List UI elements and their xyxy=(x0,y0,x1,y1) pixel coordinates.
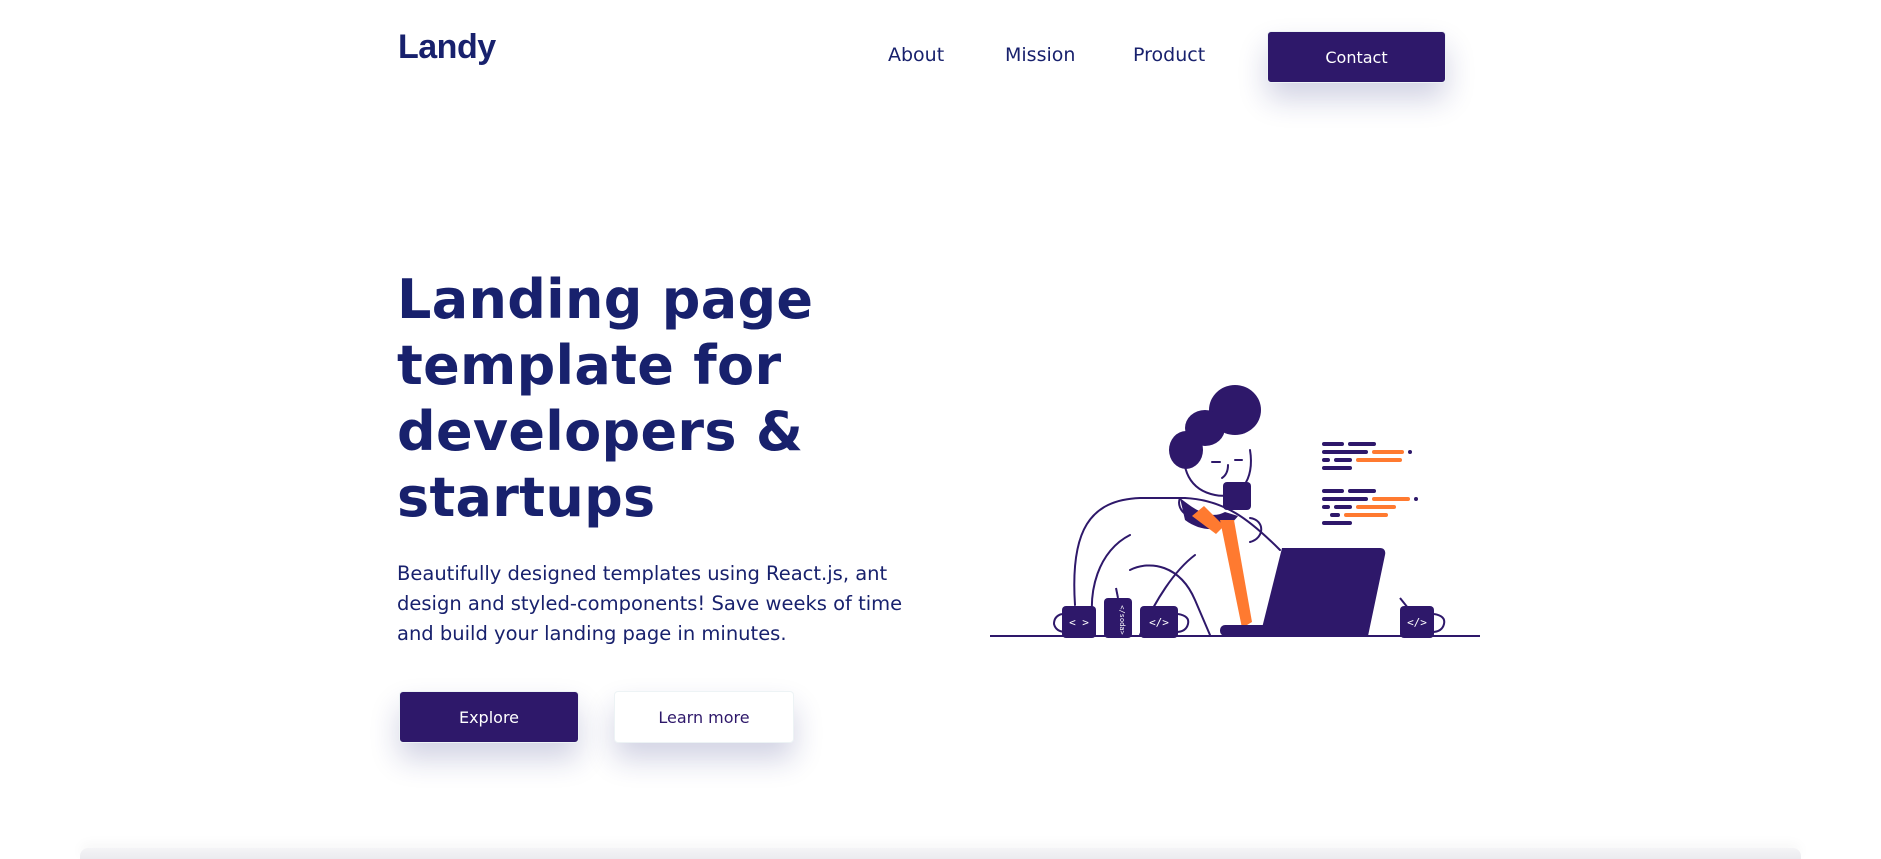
contact-button[interactable]: Contact xyxy=(1267,31,1446,83)
developer-illustration: < > </soda> </> </> xyxy=(990,385,1480,638)
hero-description: Beautifully designed templates using Rea… xyxy=(397,562,903,645)
landing-page: Landy About Mission Product Contact Land… xyxy=(0,0,1881,859)
nav-link-product[interactable]: Product xyxy=(1133,44,1205,66)
hair-icon xyxy=(1169,385,1261,469)
svg-text:</>: </> xyxy=(1149,616,1169,629)
next-section-edge xyxy=(80,848,1801,859)
learn-more-button[interactable]: Learn more xyxy=(614,691,794,743)
soda-can-icon: </soda> xyxy=(1104,587,1132,638)
hand-cup-icon xyxy=(1223,482,1251,510)
svg-text:</soda>: </soda> xyxy=(1118,605,1126,635)
mug-right-icon: </> xyxy=(1399,597,1446,638)
svg-text:</>: </> xyxy=(1407,616,1427,629)
mug-left-icon: < > xyxy=(1052,606,1096,638)
site-logo[interactable]: Landy xyxy=(398,28,496,67)
nav-link-about[interactable]: About xyxy=(888,44,944,66)
svg-text:< >: < > xyxy=(1069,616,1089,629)
code-lines-bottom-icon xyxy=(1322,489,1418,525)
tie-icon xyxy=(1220,520,1252,628)
nav-link-mission[interactable]: Mission xyxy=(1005,44,1075,66)
explore-button[interactable]: Explore xyxy=(399,691,579,743)
mug-center-icon: </> xyxy=(1140,606,1190,638)
hero-title: Landing page template for developers & s… xyxy=(397,268,814,529)
code-lines-top-icon xyxy=(1322,442,1412,470)
